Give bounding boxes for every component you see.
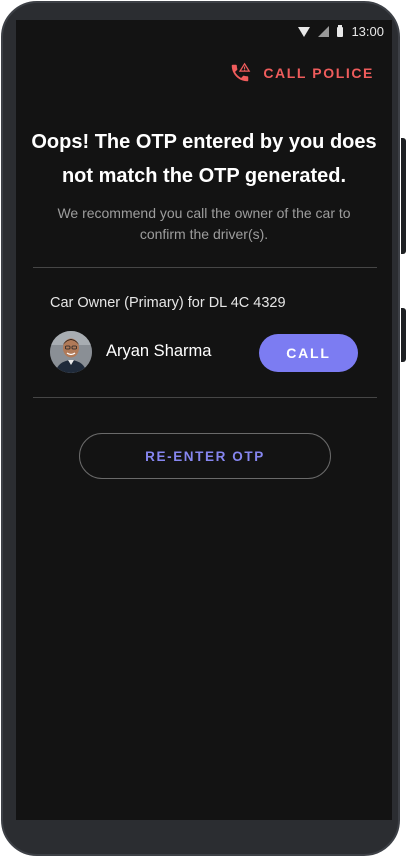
avatar bbox=[50, 331, 92, 373]
owner-name: Aryan Sharma bbox=[106, 342, 212, 360]
side-button-volume bbox=[401, 138, 406, 254]
owner-label: Car Owner (Primary) for DL 4C 4329 bbox=[50, 295, 286, 311]
divider-bottom bbox=[33, 397, 377, 398]
headline-line-1: Oops! The OTP entered by you does bbox=[31, 131, 377, 153]
reenter-otp-button[interactable]: RE-ENTER OTP bbox=[79, 433, 331, 479]
error-headline: Oops! The OTP entered by you does not ma… bbox=[16, 125, 392, 193]
wifi-icon bbox=[298, 26, 311, 37]
owner-photo bbox=[50, 331, 92, 373]
battery-icon bbox=[337, 24, 344, 37]
call-police-button[interactable]: CALL POLICE bbox=[229, 62, 374, 84]
headline-line-2: not match the OTP generated. bbox=[61, 165, 347, 187]
status-bar: 13:00 bbox=[16, 20, 392, 43]
subtext-line-1: We recommend you call the owner of the c… bbox=[57, 205, 351, 221]
recommendation-text: We recommend you call the owner of the c… bbox=[36, 203, 372, 245]
divider-top bbox=[33, 267, 377, 268]
phone-alert-icon bbox=[232, 62, 251, 82]
status-time: 13:00 bbox=[351, 24, 384, 39]
subtext-line-2: confirm the driver(s). bbox=[139, 226, 269, 242]
screen: 13:00 CALL POLICE Oops! The OTP entered … bbox=[16, 20, 392, 820]
side-button-power bbox=[401, 308, 406, 362]
call-owner-button[interactable]: CALL bbox=[259, 334, 358, 372]
call-police-label: CALL POLICE bbox=[263, 65, 374, 81]
signal-icon bbox=[318, 26, 330, 37]
